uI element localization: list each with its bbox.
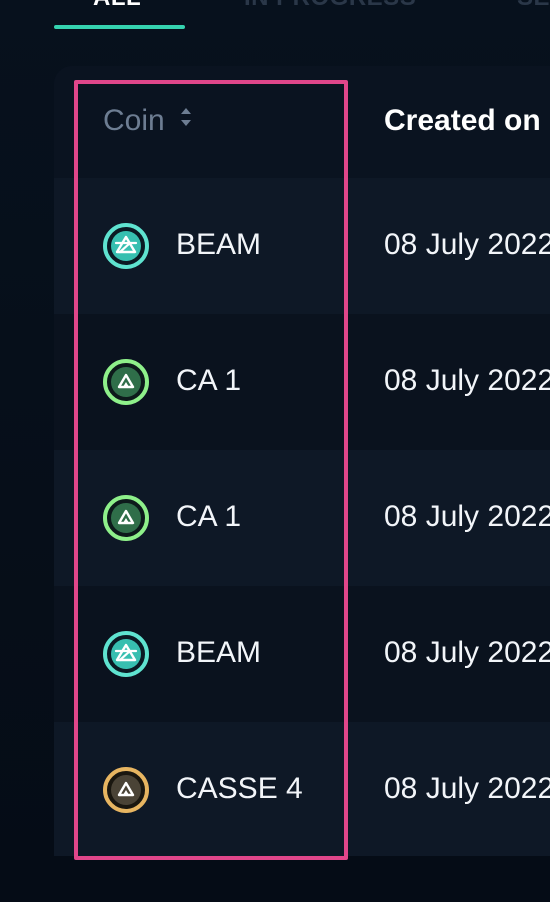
table-row[interactable]: CA 1 08 July 2022 — [54, 450, 550, 586]
coin-name: CA 1 — [176, 364, 242, 397]
created-date: 08 July 2022 — [384, 500, 550, 533]
table-row[interactable]: CASSE 4 08 July 2022 — [54, 722, 550, 856]
casse-coin-icon — [103, 767, 149, 813]
created-date: 08 July 2022 — [384, 636, 550, 669]
coin-name: BEAM — [176, 228, 262, 261]
tab-in-progress[interactable]: IN PROGRESS — [244, 0, 416, 12]
table-row[interactable]: CA 1 08 July 2022 — [54, 314, 550, 450]
tab-all[interactable]: ALL — [93, 0, 141, 12]
page: ALL IN PROGRESS SE Coin Created on — [0, 0, 550, 902]
coin-name: CA 1 — [176, 500, 242, 533]
column-header-coin[interactable]: Coin — [103, 104, 193, 138]
table-header: Coin Created on — [54, 66, 550, 178]
coins-table: Coin Created on BEAM 08 July 2022 CA 1 0… — [54, 66, 550, 856]
created-date: 08 July 2022 — [384, 228, 550, 261]
status-tabs: ALL IN PROGRESS SE — [0, 0, 550, 40]
column-header-created-on[interactable]: Created on — [384, 104, 541, 138]
created-date: 08 July 2022 — [384, 364, 550, 397]
table-row[interactable]: BEAM 08 July 2022 — [54, 586, 550, 722]
coin-name: BEAM — [176, 636, 262, 669]
sort-icon[interactable] — [179, 106, 193, 128]
beam-coin-icon — [103, 631, 149, 677]
coin-name: CASSE 4 — [176, 772, 303, 805]
beam-coin-icon — [103, 223, 149, 269]
ca-coin-icon — [103, 495, 149, 541]
tab-se[interactable]: SE — [517, 0, 550, 12]
ca-coin-icon — [103, 359, 149, 405]
active-tab-indicator — [54, 25, 185, 29]
table-row[interactable]: BEAM 08 July 2022 — [54, 178, 550, 314]
column-header-coin-label: Coin — [103, 104, 165, 137]
created-date: 08 July 2022 — [384, 772, 550, 805]
